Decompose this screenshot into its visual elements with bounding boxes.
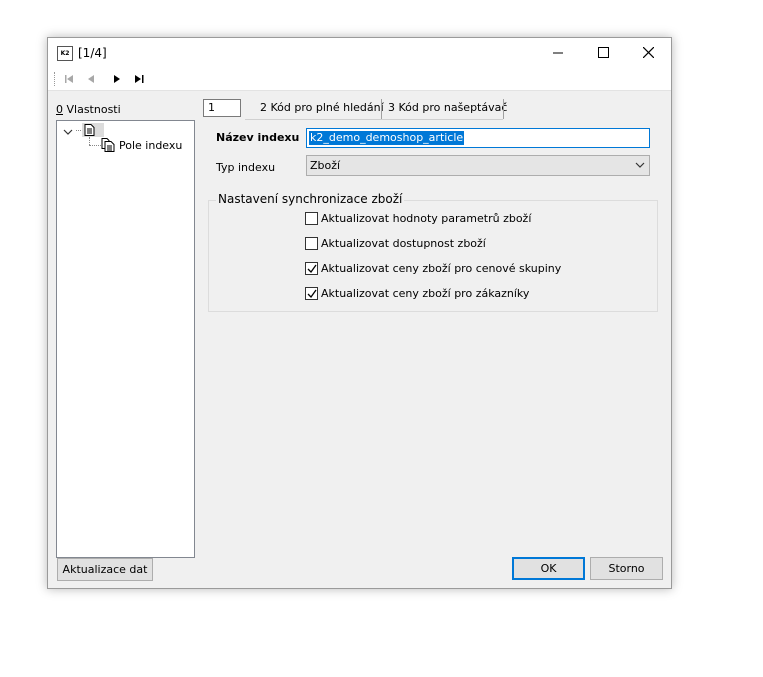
tree-connector: [89, 145, 101, 146]
index-name-selected-text: k2_demo_demoshop_article: [309, 131, 465, 145]
sync-option-label: Aktualizovat ceny zboží pro cenové skupi…: [321, 262, 562, 275]
tab-number-input[interactable]: 1: [203, 99, 241, 117]
tab-separator: [503, 99, 504, 119]
minimize-button[interactable]: [536, 38, 581, 68]
close-icon: [643, 47, 654, 58]
refresh-data-button[interactable]: Aktualizace dat: [57, 558, 153, 581]
document-icon: [84, 124, 95, 136]
first-record-button[interactable]: [62, 72, 78, 86]
sync-option-label: Aktualizovat ceny zboží pro zákazníky: [321, 287, 530, 300]
close-button[interactable]: [626, 38, 671, 68]
tree-item-pole-indexu[interactable]: Pole indexu: [119, 139, 182, 152]
index-name-input[interactable]: k2_demo_demoshop_article: [306, 128, 650, 148]
chevron-down-icon: [63, 129, 73, 135]
documents-icon: [101, 138, 115, 152]
sync-option-label: Aktualizovat dostupnost zboží: [321, 237, 486, 250]
index-type-label: Typ indexu: [216, 161, 276, 174]
title-bar[interactable]: K2 [1/4]: [48, 38, 671, 68]
next-record-icon: [114, 75, 120, 83]
chevron-down-icon: [635, 162, 645, 168]
sync-option-label: Aktualizovat hodnoty parametrů zboží: [321, 212, 532, 225]
ok-button[interactable]: OK: [512, 557, 585, 580]
properties-hotkey: 0: [56, 103, 63, 116]
checkbox[interactable]: [305, 262, 318, 275]
previous-record-button[interactable]: [84, 72, 100, 86]
maximize-icon: [598, 47, 609, 58]
dialog-window: K2 [1/4] 0 Vlastnosti Pole indexu 1 2 Kó…: [47, 37, 672, 589]
k2-app-icon: K2: [57, 46, 73, 61]
record-navigation-toolbar: [48, 68, 671, 91]
checkbox[interactable]: [305, 287, 318, 300]
next-record-button[interactable]: [110, 72, 126, 86]
tab-strip-underline: [245, 119, 503, 120]
checkbox[interactable]: [305, 212, 318, 225]
last-record-icon: [135, 75, 144, 83]
tree-expand-toggle[interactable]: [63, 126, 73, 139]
toolbar-grip[interactable]: [54, 72, 56, 86]
index-type-select[interactable]: Zboží: [306, 155, 650, 176]
properties-label: 0 Vlastnosti: [56, 103, 121, 116]
checkbox[interactable]: [305, 237, 318, 250]
tab-suggest-code[interactable]: 3 Kód pro našeptávač: [388, 101, 507, 119]
window-title: [1/4]: [78, 46, 107, 60]
tab-separator: [381, 99, 382, 119]
previous-record-icon: [88, 75, 94, 83]
first-record-icon: [65, 75, 73, 83]
index-name-label: Název indexu: [216, 131, 300, 144]
checkmark-icon: [307, 289, 317, 299]
tree-root-node[interactable]: [82, 123, 104, 137]
index-type-value: Zboží: [310, 159, 341, 172]
maximize-button[interactable]: [581, 38, 626, 68]
cancel-button[interactable]: Storno: [590, 557, 663, 580]
minimize-icon: [553, 52, 563, 54]
last-record-button[interactable]: [132, 72, 148, 86]
properties-label-text: Vlastnosti: [63, 103, 121, 116]
sync-settings-title: Nastavení synchronizace zboží: [216, 192, 405, 206]
tab-full-search-code[interactable]: 2 Kód pro plné hledání: [260, 101, 384, 119]
checkmark-icon: [307, 264, 317, 274]
tree-connector: [89, 137, 90, 145]
properties-tree[interactable]: Pole indexu: [56, 120, 195, 558]
